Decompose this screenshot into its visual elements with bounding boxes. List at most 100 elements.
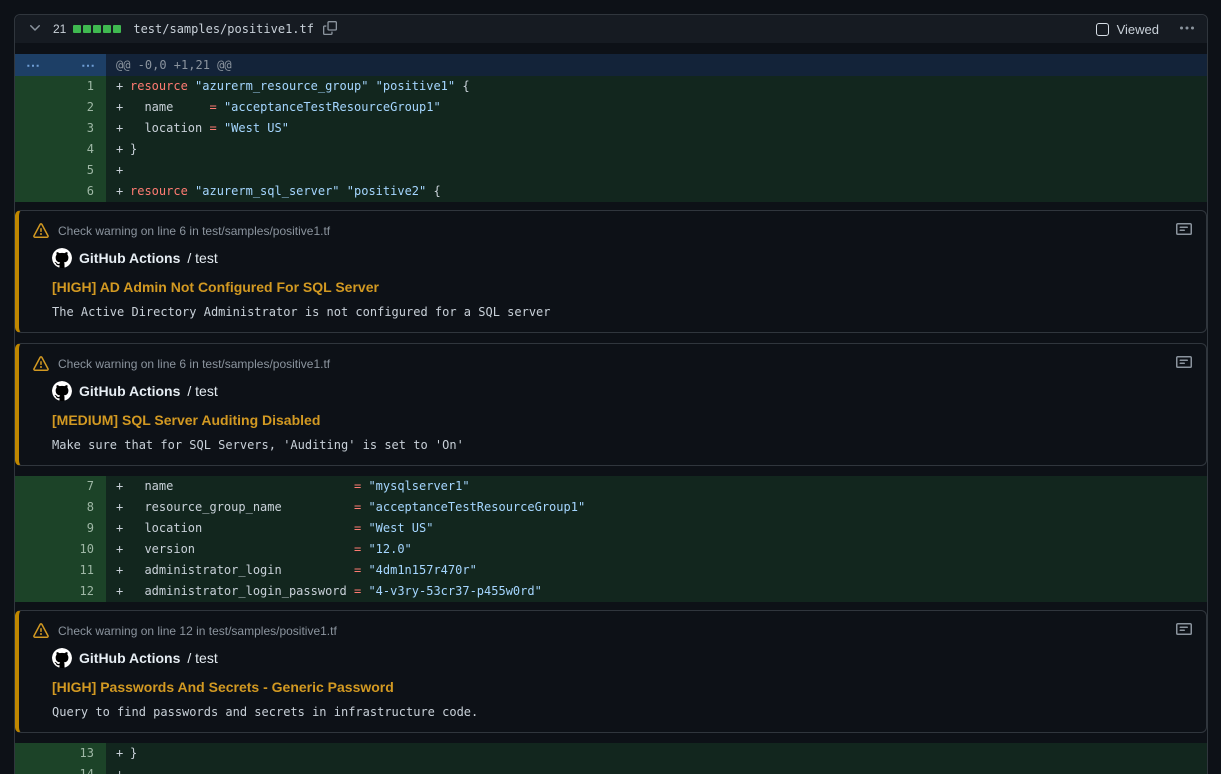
annotation-source-suffix[interactable]: / test bbox=[187, 650, 217, 666]
line-content: +resource "azurerm_sql_server" "positive… bbox=[106, 181, 1207, 202]
annotation-header-text: Check warning on line 6 in test/samples/… bbox=[58, 224, 330, 238]
annotation-header: Check warning on line 6 in test/samples/… bbox=[19, 344, 1206, 373]
viewed-checkbox[interactable] bbox=[1096, 23, 1109, 36]
annotation-body: GitHub Actions / test [HIGH] AD Admin No… bbox=[19, 240, 1206, 332]
diff-marker: + bbox=[116, 181, 130, 202]
annotation-header-text: Check warning on line 6 in test/samples/… bbox=[58, 357, 330, 371]
changed-lines-count: 21 bbox=[53, 22, 66, 36]
check-annotation: Check warning on line 6 in test/samples/… bbox=[15, 343, 1207, 466]
file-options-button[interactable] bbox=[1179, 20, 1195, 39]
annotation-message: Make sure that for SQL Servers, 'Auditin… bbox=[52, 438, 1190, 452]
annotation-source: GitHub Actions / test bbox=[52, 648, 1190, 668]
diffstat-square bbox=[93, 25, 101, 33]
line-number[interactable]: 10 bbox=[15, 539, 106, 560]
diffstat-square bbox=[103, 25, 111, 33]
annotation-source: GitHub Actions / test bbox=[52, 381, 1190, 401]
diff-marker: + bbox=[116, 539, 130, 560]
annotation-message: The Active Directory Administrator is no… bbox=[52, 305, 1190, 319]
warning-triangle-icon bbox=[33, 223, 49, 239]
viewed-toggle[interactable]: Viewed bbox=[1096, 22, 1159, 37]
note-icon bbox=[1176, 621, 1192, 640]
hunk-header-row: ⋯ ⋯ @@ -0,0 +1,21 @@ bbox=[15, 54, 1207, 76]
line-number[interactable]: 7 bbox=[15, 476, 106, 497]
line-content: +} bbox=[106, 139, 1207, 160]
annotation-log-button[interactable] bbox=[1176, 221, 1192, 240]
code-text: administrator_login = "4dm1n157r470r" bbox=[130, 560, 477, 581]
warning-triangle-icon bbox=[33, 356, 49, 372]
hunk-header-text: @@ -0,0 +1,21 @@ bbox=[106, 54, 1207, 76]
annotation-source-name[interactable]: GitHub Actions bbox=[79, 383, 180, 399]
code-text: } bbox=[130, 743, 137, 764]
file-diff-container: 21 test/samples/positive1.tf Viewed bbox=[14, 14, 1208, 774]
code-text: administrator_login_password = "4-v3ry-5… bbox=[130, 581, 542, 602]
annotation-source-suffix[interactable]: / test bbox=[187, 383, 217, 399]
line-number[interactable]: 9 bbox=[15, 518, 106, 539]
note-icon bbox=[1176, 221, 1192, 240]
line-content: +} bbox=[106, 743, 1207, 764]
hunk-gutter: ⋯ ⋯ bbox=[15, 54, 106, 76]
line-number[interactable]: 8 bbox=[15, 497, 106, 518]
diff-line: 4 +} bbox=[15, 139, 1207, 160]
line-number[interactable]: 14 bbox=[15, 764, 106, 774]
expand-diff-down-button[interactable]: ⋯ bbox=[81, 54, 95, 76]
diff-marker: + bbox=[116, 497, 130, 518]
code-text: resource "azurerm_sql_server" "positive2… bbox=[130, 181, 441, 202]
diff-marker: + bbox=[116, 476, 130, 497]
diffstat-square bbox=[73, 25, 81, 33]
annotation-title: [MEDIUM] SQL Server Auditing Disabled bbox=[52, 412, 1190, 428]
line-content: + location = "West US" bbox=[106, 118, 1207, 139]
diff-line: 13 +} bbox=[15, 743, 1207, 764]
diff-line: 8 + resource_group_name = "acceptanceTes… bbox=[15, 497, 1207, 518]
line-content: + name = "mysqlserver1" bbox=[106, 476, 1207, 497]
check-annotation: Check warning on line 6 in test/samples/… bbox=[15, 210, 1207, 333]
diff-marker: + bbox=[116, 139, 130, 160]
github-actions-avatar bbox=[52, 248, 72, 268]
line-number[interactable]: 6 bbox=[15, 181, 106, 202]
line-number[interactable]: 5 bbox=[15, 160, 106, 181]
annotation-source-name[interactable]: GitHub Actions bbox=[79, 250, 180, 266]
collapse-file-button[interactable] bbox=[27, 20, 43, 39]
github-actions-avatar bbox=[52, 381, 72, 401]
line-number[interactable]: 4 bbox=[15, 139, 106, 160]
line-number[interactable]: 1 bbox=[15, 76, 106, 97]
diff-marker: + bbox=[116, 764, 130, 774]
note-icon bbox=[1176, 354, 1192, 373]
code-text: name = "acceptanceTestResourceGroup1" bbox=[130, 97, 441, 118]
diff-line: 9 + location = "West US" bbox=[15, 518, 1207, 539]
annotation-body: GitHub Actions / test [HIGH] Passwords A… bbox=[19, 640, 1206, 732]
line-content: + name = "acceptanceTestResourceGroup1" bbox=[106, 97, 1207, 118]
annotation-header: Check warning on line 12 in test/samples… bbox=[19, 611, 1206, 640]
diff-line: 14 + bbox=[15, 764, 1207, 774]
diff-marker: + bbox=[116, 743, 130, 764]
annotation-log-button[interactable] bbox=[1176, 354, 1192, 373]
copy-path-button[interactable] bbox=[323, 21, 337, 38]
line-content: + administrator_login_password = "4-v3ry… bbox=[106, 581, 1207, 602]
diff-marker: + bbox=[116, 581, 130, 602]
line-number[interactable]: 2 bbox=[15, 97, 106, 118]
code-text: resource_group_name = "acceptanceTestRes… bbox=[130, 497, 585, 518]
diff-line: 10 + version = "12.0" bbox=[15, 539, 1207, 560]
code-text: resource "azurerm_resource_group" "posit… bbox=[130, 76, 470, 97]
diff-page: 21 test/samples/positive1.tf Viewed bbox=[0, 0, 1221, 774]
line-number[interactable]: 13 bbox=[15, 743, 106, 764]
line-content: + location = "West US" bbox=[106, 518, 1207, 539]
diff-line: 6 +resource "azurerm_sql_server" "positi… bbox=[15, 181, 1207, 202]
chevron-down-icon bbox=[27, 20, 43, 39]
expand-diff-up-button[interactable]: ⋯ bbox=[26, 54, 40, 76]
annotation-log-button[interactable] bbox=[1176, 621, 1192, 640]
annotation-source: GitHub Actions / test bbox=[52, 248, 1190, 268]
code-text: } bbox=[130, 139, 137, 160]
diff-line: 3 + location = "West US" bbox=[15, 118, 1207, 139]
viewed-label: Viewed bbox=[1117, 22, 1159, 37]
line-number[interactable]: 12 bbox=[15, 581, 106, 602]
code-text: version = "12.0" bbox=[130, 539, 412, 560]
annotation-source-name[interactable]: GitHub Actions bbox=[79, 650, 180, 666]
line-content: + administrator_login = "4dm1n157r470r" bbox=[106, 560, 1207, 581]
diff-sections: 1 + resource "azurerm_resource_group" "po… bbox=[15, 76, 1207, 774]
diff-marker: + bbox=[116, 518, 130, 539]
annotation-title: [HIGH] AD Admin Not Configured For SQL S… bbox=[52, 279, 1190, 295]
line-number[interactable]: 11 bbox=[15, 560, 106, 581]
line-number[interactable]: 3 bbox=[15, 118, 106, 139]
annotation-source-suffix[interactable]: / test bbox=[187, 250, 217, 266]
code-block: 13 +} 14 + bbox=[15, 743, 1207, 774]
